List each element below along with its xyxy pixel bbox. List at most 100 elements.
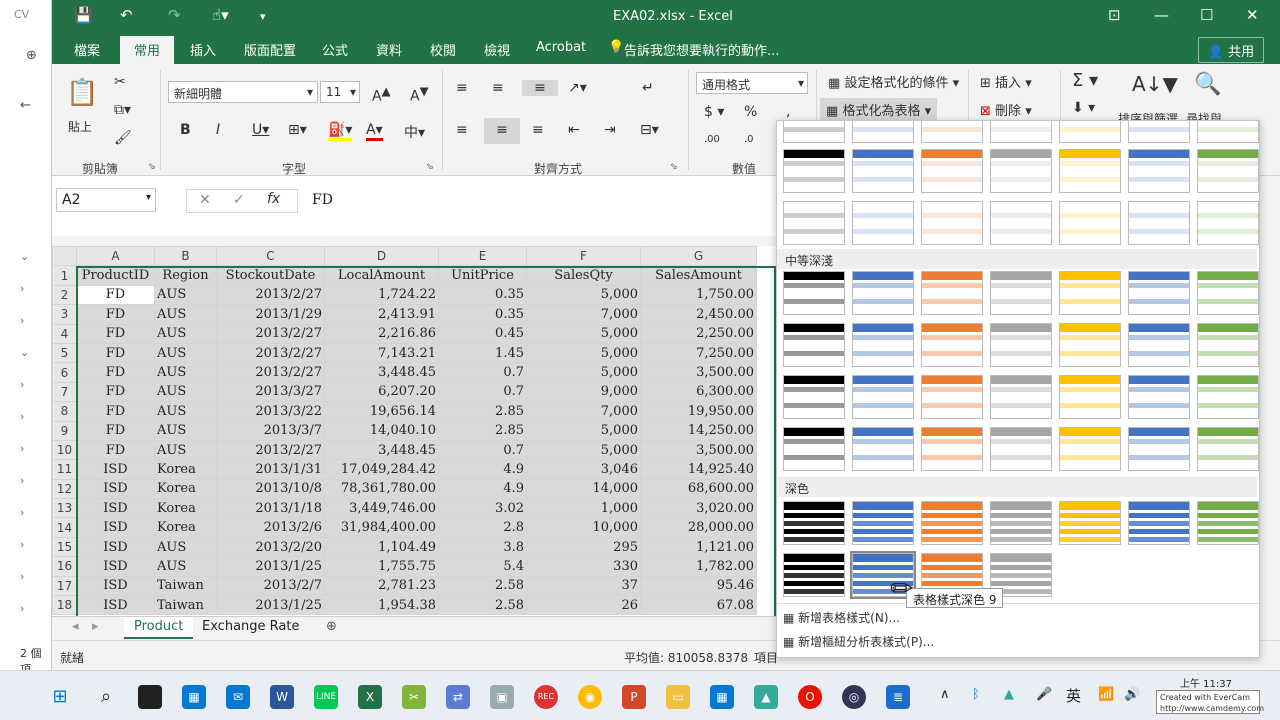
table-style-swatch[interactable] [1197, 375, 1259, 419]
table-style-swatch[interactable] [1059, 149, 1121, 193]
cell[interactable]: 2013/2/27 [216, 362, 325, 383]
table-style-swatch[interactable] [1059, 201, 1121, 245]
table-style-swatch[interactable] [1059, 271, 1121, 315]
worksheet-grid[interactable]: A B C D E F G 1 ProductID Region StockoutDa… [52, 246, 776, 616]
cell[interactable]: 5,000 [526, 439, 641, 461]
table-style-swatch[interactable] [1059, 375, 1121, 419]
chevron-right-icon[interactable]: › [20, 506, 24, 519]
cell[interactable]: 1,954.38 [324, 595, 439, 616]
chevron-down-icon[interactable]: ⌄ [20, 346, 29, 359]
column-header-a[interactable]: A [76, 246, 155, 267]
table-style-swatch[interactable] [852, 427, 914, 471]
table-style-swatch[interactable] [990, 323, 1052, 367]
cell[interactable]: 2013/2/20 [216, 536, 325, 558]
increase-font-icon[interactable]: A▲ [372, 84, 391, 105]
table-style-swatch[interactable] [852, 121, 914, 143]
dialog-launcher-icon[interactable]: ⬂ [426, 162, 434, 172]
new-table-style-item[interactable]: ▦ 新增表格樣式(N)... [783, 609, 900, 626]
column-header-f[interactable]: F [526, 246, 641, 267]
cell[interactable]: ISD [76, 459, 155, 480]
cell[interactable]: AUS [154, 362, 217, 383]
cell[interactable]: 4.9 [438, 478, 527, 500]
cell[interactable]: FD [76, 381, 155, 403]
cell[interactable]: Korea [154, 459, 217, 480]
table-style-swatch[interactable] [1197, 201, 1259, 245]
volume-icon[interactable]: 🔊 [1124, 687, 1140, 702]
wifi-icon[interactable]: 📶 [1098, 687, 1114, 702]
row-header[interactable]: 3 [52, 304, 77, 325]
table-style-swatch[interactable] [1128, 121, 1190, 143]
cell[interactable]: 2013/2/27 [216, 323, 325, 344]
cell[interactable]: 0.7 [438, 381, 527, 403]
autosum-icon[interactable]: Σ ▾ [1072, 70, 1098, 91]
cell[interactable]: Korea [154, 478, 217, 500]
cell[interactable]: Taiwan [154, 595, 217, 616]
row-header[interactable]: 13 [52, 498, 77, 519]
column-header-g[interactable]: G [640, 246, 757, 267]
cell[interactable]: 31,984,400.00 [324, 517, 439, 538]
paste-icon[interactable]: 📋 [66, 78, 98, 108]
align-top-icon[interactable]: ≡ [456, 80, 468, 96]
cell[interactable]: 7,143.21 [324, 342, 439, 364]
cell[interactable]: ISD [76, 595, 155, 616]
cell[interactable]: ProductID [76, 265, 155, 286]
table-style-swatch[interactable] [783, 271, 845, 315]
cell[interactable]: 3,500.00 [640, 362, 757, 383]
ribbon-display-icon[interactable]: ⊡ [1108, 6, 1121, 24]
cell[interactable]: AUS [154, 420, 217, 441]
cell[interactable]: 9,000 [526, 381, 641, 403]
table-style-swatch[interactable] [921, 149, 983, 193]
teams-icon[interactable]: ▦ [710, 685, 734, 709]
cell[interactable]: 1,104.49 [324, 536, 439, 558]
borders-icon[interactable]: ⊞▾ [288, 122, 307, 138]
italic-icon[interactable]: I [216, 122, 220, 138]
percent-icon[interactable]: % [744, 104, 757, 120]
chevron-right-icon[interactable]: › [20, 538, 24, 551]
table-style-swatch[interactable] [990, 271, 1052, 315]
new-pivot-style-item[interactable]: ▦ 新增樞紐分析表樣式(P)... [783, 633, 934, 650]
table-style-swatch[interactable] [1059, 323, 1121, 367]
table-style-swatch[interactable] [990, 201, 1052, 245]
tab-acrobat[interactable]: Acrobat [534, 40, 588, 55]
cell[interactable]: AUS [154, 536, 217, 558]
currency-icon[interactable]: $ ▾ [704, 104, 724, 120]
table-style-swatch[interactable] [852, 271, 914, 315]
chevron-up-icon[interactable]: ∧ [940, 687, 950, 702]
table-style-swatch[interactable] [921, 271, 983, 315]
tab-home[interactable]: 常用 [120, 36, 175, 64]
table-style-swatch[interactable] [783, 501, 845, 545]
back-arrow-icon[interactable]: ← [20, 98, 38, 116]
cell[interactable]: 6,207.20 [324, 381, 439, 403]
column-header-d[interactable]: D [324, 246, 439, 267]
chrome-icon[interactable]: ◉ [578, 685, 602, 709]
table-style-swatch[interactable] [1059, 427, 1121, 471]
cell[interactable]: 2,250.00 [640, 323, 757, 344]
store-icon[interactable]: ▦ [182, 685, 206, 709]
cell[interactable]: 3,448.45 [324, 439, 439, 461]
chevron-down-icon[interactable]: ⌄ [20, 250, 29, 263]
cell[interactable]: ISD [76, 498, 155, 519]
cell[interactable]: 68,600.00 [640, 478, 757, 500]
cell[interactable]: 2013/3/27 [216, 381, 325, 403]
cell[interactable]: 4.9 [438, 459, 527, 480]
add-sheet-icon[interactable]: ⊕ [316, 617, 347, 639]
cell[interactable]: FD [76, 342, 155, 364]
formula-input[interactable]: FD [312, 192, 333, 208]
table-style-swatch[interactable] [990, 427, 1052, 471]
chevron-right-icon[interactable]: › [20, 410, 24, 423]
camera-icon[interactable]: ◎ [842, 685, 866, 709]
table-style-swatch[interactable] [1128, 149, 1190, 193]
cell[interactable]: 0.35 [438, 304, 527, 325]
cell[interactable]: 14,000 [526, 478, 641, 500]
cell[interactable]: 1,755.75 [324, 556, 439, 577]
table-style-swatch[interactable] [1197, 323, 1259, 367]
cell[interactable]: 2013/1/31 [216, 459, 325, 480]
save-icon[interactable]: 💾 [74, 6, 93, 24]
table-style-swatch[interactable] [1197, 121, 1259, 143]
chevron-right-icon[interactable]: › [20, 442, 24, 455]
cell[interactable]: 7,000 [526, 401, 641, 422]
excel-icon[interactable]: X [358, 685, 382, 709]
underline-icon[interactable]: U▾ [252, 122, 269, 138]
tab-file[interactable]: 檔案 [72, 40, 102, 59]
cell[interactable]: 2,413.91 [324, 304, 439, 325]
